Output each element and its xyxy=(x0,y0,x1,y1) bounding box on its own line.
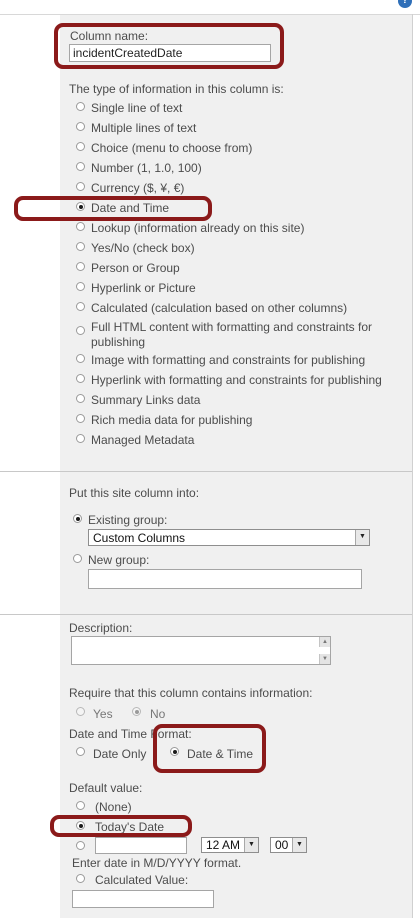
option-hyperlink-publishing: Hyperlink with formatting and constraint… xyxy=(91,373,382,387)
option-image-publishing: Image with formatting and constraints fo… xyxy=(91,353,366,367)
description-label: Description: xyxy=(69,621,133,635)
radio-summary-links[interactable] xyxy=(76,394,85,403)
option-rich-media: Rich media data for publishing xyxy=(91,413,253,427)
existing-group-select[interactable]: Custom Columns ▼ xyxy=(88,529,370,546)
radio-managed-metadata[interactable] xyxy=(76,434,85,443)
panel-border xyxy=(412,14,413,918)
option-hyperlink-picture: Hyperlink or Picture xyxy=(91,281,196,295)
chevron-down-icon: ▼ xyxy=(355,530,369,545)
radio-default-date[interactable] xyxy=(76,841,85,850)
highlight-date-and-time xyxy=(14,196,212,221)
existing-group-value: Custom Columns xyxy=(93,531,186,545)
radio-person-group[interactable] xyxy=(76,262,85,271)
option-choice: Choice (menu to choose from) xyxy=(91,141,253,155)
radio-calculated[interactable] xyxy=(76,302,85,311)
require-no-label: No xyxy=(150,707,166,721)
date-format-hint: Enter date in M/D/YYYY format. xyxy=(72,856,242,870)
option-yes-no: Yes/No (check box) xyxy=(91,241,195,255)
radio-default-calculated[interactable] xyxy=(76,874,85,883)
radio-single-line[interactable] xyxy=(76,102,85,111)
radio-hyperlink-picture[interactable] xyxy=(76,282,85,291)
highlight-column-name xyxy=(54,23,284,69)
top-bar xyxy=(0,0,420,15)
radio-full-html[interactable] xyxy=(76,326,85,335)
default-hour-select[interactable]: 12 AM ▼ xyxy=(201,837,259,853)
radio-currency[interactable] xyxy=(76,182,85,191)
default-none-label: (None) xyxy=(95,800,132,814)
chevron-down-icon: ▼ xyxy=(292,838,306,852)
group-prompt: Put this site column into: xyxy=(69,486,200,500)
scroll-down-icon[interactable]: ▼ xyxy=(319,654,330,664)
radio-yes-no[interactable] xyxy=(76,242,85,251)
radio-existing-group[interactable] xyxy=(73,514,82,523)
chevron-down-icon: ▼ xyxy=(244,838,258,852)
default-value-label: Default value: xyxy=(69,781,143,795)
option-summary-links: Summary Links data xyxy=(91,393,201,407)
scroll-up-icon[interactable]: ▲ xyxy=(319,637,330,647)
option-multiple-lines: Multiple lines of text xyxy=(91,121,197,135)
description-textarea[interactable]: ▲ ▼ xyxy=(71,636,331,665)
radio-require-no[interactable] xyxy=(132,707,141,716)
option-calculated: Calculated (calculation based on other c… xyxy=(91,301,348,315)
highlight-date-time-format xyxy=(153,724,266,773)
option-full-html-cont: publishing xyxy=(91,335,146,349)
radio-number[interactable] xyxy=(76,162,85,171)
date-only-label: Date Only xyxy=(93,747,147,761)
option-lookup: Lookup (information already on this site… xyxy=(91,221,305,235)
radio-image-publishing[interactable] xyxy=(76,354,85,363)
calculated-value-input[interactable] xyxy=(72,890,214,908)
radio-hyperlink-publishing[interactable] xyxy=(76,374,85,383)
radio-choice[interactable] xyxy=(76,142,85,151)
default-minute-value: 00 xyxy=(275,838,289,852)
default-minute-select[interactable]: 00 ▼ xyxy=(270,837,307,853)
option-single-line: Single line of text xyxy=(91,101,183,115)
section-divider xyxy=(0,614,412,615)
option-currency: Currency ($, ¥, €) xyxy=(91,181,185,195)
radio-rich-media[interactable] xyxy=(76,414,85,423)
radio-multiple-lines[interactable] xyxy=(76,122,85,131)
option-person-group: Person or Group xyxy=(91,261,180,275)
new-group-input[interactable] xyxy=(88,569,362,589)
radio-new-group[interactable] xyxy=(73,554,82,563)
existing-group-label: Existing group: xyxy=(88,513,168,527)
section-divider xyxy=(0,471,412,472)
option-full-html: Full HTML content with formatting and co… xyxy=(91,320,373,334)
default-date-input[interactable] xyxy=(95,837,187,854)
option-managed-metadata: Managed Metadata xyxy=(91,433,195,447)
type-prompt: The type of information in this column i… xyxy=(69,82,284,96)
radio-require-yes[interactable] xyxy=(76,707,85,716)
highlight-todays-date xyxy=(50,815,192,837)
radio-default-none[interactable] xyxy=(76,801,85,810)
new-group-label: New group: xyxy=(88,553,150,567)
default-calculated-label: Calculated Value: xyxy=(95,873,189,887)
radio-lookup[interactable] xyxy=(76,222,85,231)
radio-date-only[interactable] xyxy=(76,747,85,756)
default-hour-value: 12 AM xyxy=(206,838,241,852)
require-label: Require that this column contains inform… xyxy=(69,686,313,700)
require-yes-label: Yes xyxy=(93,707,113,721)
option-number: Number (1, 1.0, 100) xyxy=(91,161,202,175)
